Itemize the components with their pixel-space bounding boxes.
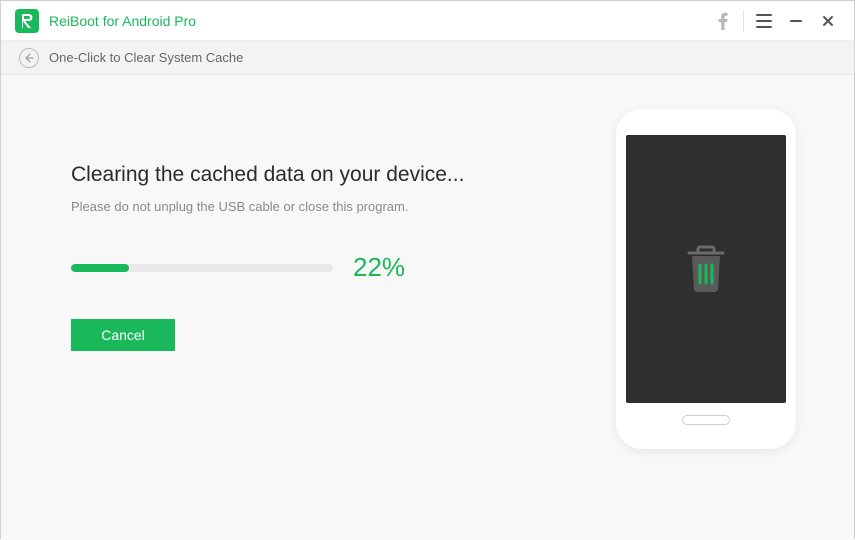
separator (743, 10, 744, 32)
back-button[interactable] (19, 48, 39, 68)
progress-percent-label: 22% (353, 252, 405, 283)
trash-icon (683, 243, 729, 295)
progress-heading: Clearing the cached data on your device.… (71, 163, 491, 187)
breadcrumb-bar: One-Click to Clear System Cache (1, 41, 854, 75)
cancel-button[interactable]: Cancel (71, 319, 175, 351)
progress-row: 22% (71, 252, 491, 283)
breadcrumb-text: One-Click to Clear System Cache (49, 50, 243, 65)
device-screen (626, 135, 786, 403)
device-illustration (616, 109, 796, 449)
device-home-button (682, 415, 730, 425)
main-content: Clearing the cached data on your device.… (1, 75, 854, 540)
facebook-icon[interactable] (707, 5, 739, 37)
arrow-left-icon (24, 53, 34, 63)
progress-bar (71, 264, 333, 272)
titlebar-controls (707, 5, 844, 37)
minimize-button[interactable] (780, 5, 812, 37)
menu-icon[interactable] (748, 5, 780, 37)
app-title: ReiBoot for Android Pro (49, 13, 707, 29)
progress-subtext: Please do not unplug the USB cable or cl… (71, 199, 491, 214)
logo-r-icon (20, 13, 34, 29)
progress-panel: Clearing the cached data on your device.… (71, 163, 491, 351)
progress-fill (71, 264, 129, 272)
close-button[interactable] (812, 5, 844, 37)
app-logo (15, 9, 39, 33)
titlebar: ReiBoot for Android Pro (1, 1, 854, 41)
